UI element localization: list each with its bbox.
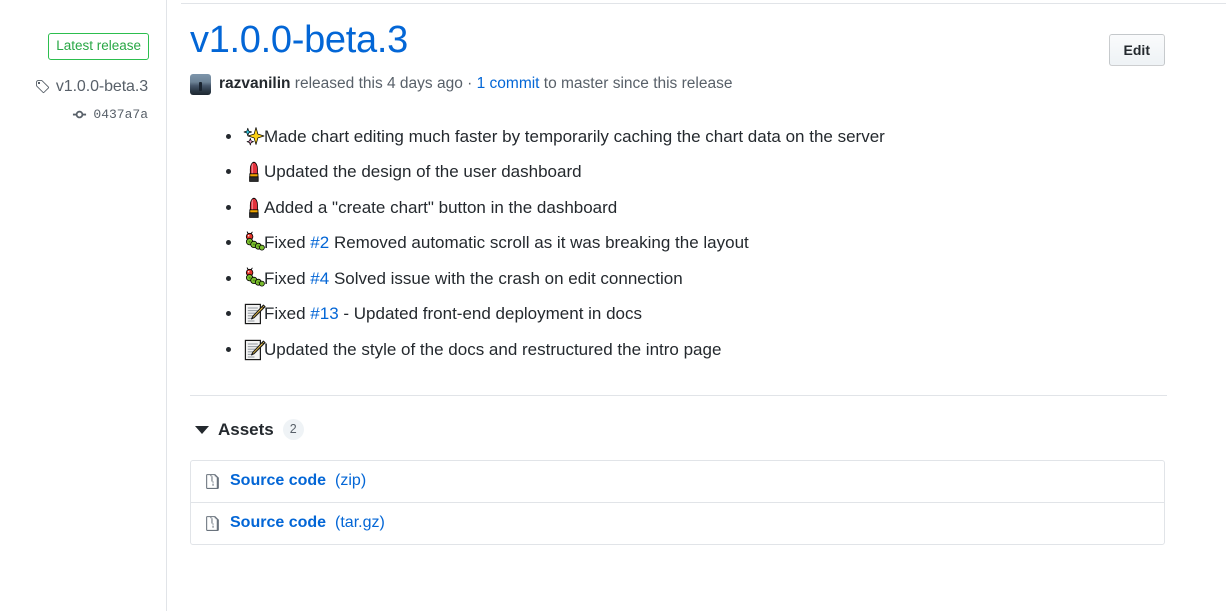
asset-row[interactable]: Source code (zip) — [191, 461, 1164, 502]
lipstick-emoji-icon — [242, 160, 266, 184]
asset-extension[interactable]: (zip) — [335, 472, 366, 490]
note-text: Removed automatic scroll as it was break… — [329, 233, 749, 253]
note-prefix: Fixed — [264, 233, 311, 253]
release-title[interactable]: v1.0.0-beta.3 — [190, 19, 408, 62]
edit-button[interactable]: Edit — [1108, 34, 1165, 66]
bullet-marker — [226, 133, 231, 139]
assets-label[interactable]: Assets — [218, 420, 274, 440]
lipstick-emoji-icon — [242, 196, 266, 220]
memo-emoji-icon — [242, 338, 266, 362]
bullet-marker — [226, 204, 231, 210]
note-prefix: Fixed — [264, 304, 311, 324]
release-note-item: Fixed #4 Solved issue with the crash on … — [226, 261, 1165, 297]
bug-emoji-icon — [242, 231, 266, 255]
release-tag-row[interactable]: v1.0.0-beta.3 — [0, 78, 166, 96]
assets-divider — [190, 395, 1167, 397]
sparkles-emoji-icon — [242, 125, 266, 149]
release-commit-hash: 0437a7a — [93, 106, 148, 122]
release-note-item: Fixed #2 Removed automatic scroll as it … — [226, 225, 1165, 261]
release-date-text: released this 4 days ago · — [290, 75, 477, 93]
issue-reference-link[interactable]: #13 — [310, 304, 338, 323]
asset-row[interactable]: Source code (tar.gz) — [191, 501, 1164, 544]
assets-header[interactable]: Assets 2 — [190, 419, 1165, 440]
issue-reference-link[interactable]: #2 — [310, 233, 329, 252]
release-commit-row[interactable]: 0437a7a — [0, 107, 166, 122]
asset-extension[interactable]: (tar.gz) — [335, 514, 385, 532]
chevron-down-icon[interactable] — [195, 425, 209, 434]
release-page: Latest release v1.0.0-beta.3 0437a7a v1.… — [0, 0, 1226, 611]
release-main: v1.0.0-beta.3 Edit razvanilin released t… — [167, 0, 1226, 611]
file-zip-icon — [204, 473, 221, 490]
release-notes-list: Made chart editing much faster by tempor… — [190, 119, 1165, 368]
latest-release-wrap: Latest release — [0, 33, 166, 60]
bullet-marker — [226, 311, 231, 317]
asset-name[interactable]: Source code — [230, 514, 326, 532]
release-branch-text: to master since this release — [539, 75, 733, 93]
bullet-marker — [226, 240, 231, 246]
bug-emoji-icon — [242, 266, 266, 291]
tag-icon — [34, 79, 50, 95]
release-meta: razvanilin released this 4 days ago · 1 … — [190, 73, 1165, 95]
note-text: - Updated front-end deployment in docs — [338, 304, 643, 324]
avatar — [190, 73, 211, 95]
release-author[interactable]: razvanilin — [219, 75, 291, 93]
commit-count-link[interactable]: 1 commit — [477, 75, 540, 93]
release-note-item: Added a "create chart" button in the das… — [226, 190, 1165, 226]
release-sidebar: Latest release v1.0.0-beta.3 0437a7a — [0, 0, 166, 611]
memo-emoji-icon — [242, 302, 266, 326]
assets-list: Source code (zip) Source code (tar.gz) — [190, 459, 1165, 545]
latest-release-badge[interactable]: Latest release — [48, 33, 149, 60]
file-zip-icon — [204, 515, 221, 532]
release-note-item: Updated the design of the user dashboard — [226, 154, 1165, 190]
issue-reference-link[interactable]: #4 — [310, 269, 329, 288]
bullet-marker — [226, 346, 231, 352]
note-prefix: Fixed — [264, 268, 311, 288]
release-header: v1.0.0-beta.3 Edit — [190, 19, 1165, 66]
release-note-item: Made chart editing much faster by tempor… — [226, 119, 1165, 155]
release-tag-name: v1.0.0-beta.3 — [55, 77, 148, 95]
bullet-marker — [226, 275, 231, 281]
release-note-item: Fixed #13 - Updated front-end deployment… — [226, 296, 1165, 332]
note-text: Updated the design of the user dashboard — [264, 162, 582, 182]
bullet-marker — [226, 169, 231, 175]
note-text: Solved issue with the crash on edit conn… — [329, 268, 683, 288]
release-note-item: Updated the style of the docs and restru… — [226, 332, 1165, 368]
git-commit-icon — [72, 107, 87, 122]
note-text: Updated the style of the docs and restru… — [264, 339, 722, 359]
asset-name[interactable]: Source code — [230, 472, 326, 490]
note-text: Added a "create chart" button in the das… — [264, 197, 618, 217]
assets-count-badge: 2 — [282, 419, 304, 440]
note-text: Made chart editing much faster by tempor… — [264, 126, 885, 146]
